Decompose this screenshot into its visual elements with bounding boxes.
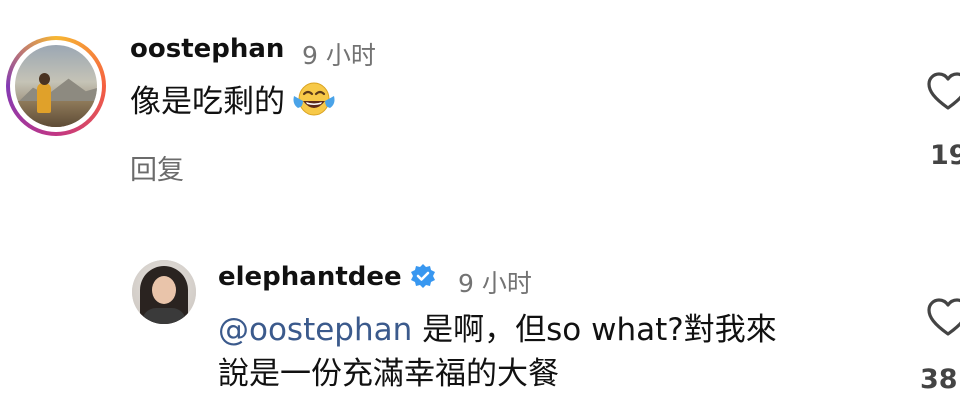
comment-body-line2: 說是一份充滿幸福的大餐 bbox=[218, 352, 559, 396]
verified-badge-icon bbox=[410, 264, 435, 288]
comment-text-line2: 說是一份充滿幸福的大餐 bbox=[218, 356, 559, 392]
comment-header: elephantdee bbox=[218, 262, 436, 292]
avatar-elephantdee[interactable] bbox=[132, 260, 196, 324]
comment-elephantdee: elephantdee 9 小时 @oostephan 是啊，但so what?… bbox=[0, 0, 960, 416]
comment-timestamp: 9 小时 bbox=[458, 269, 532, 298]
like-heart-icon[interactable] bbox=[926, 298, 960, 338]
mention-link[interactable]: @oostephan bbox=[218, 312, 412, 348]
comment-username[interactable]: elephantdee bbox=[218, 262, 402, 292]
comment-text-line1: 是啊，但so what?對我來 bbox=[412, 312, 777, 348]
like-count: 38 bbox=[920, 364, 958, 395]
comment-body: @oostephan 是啊，但so what?對我來 bbox=[218, 308, 777, 352]
